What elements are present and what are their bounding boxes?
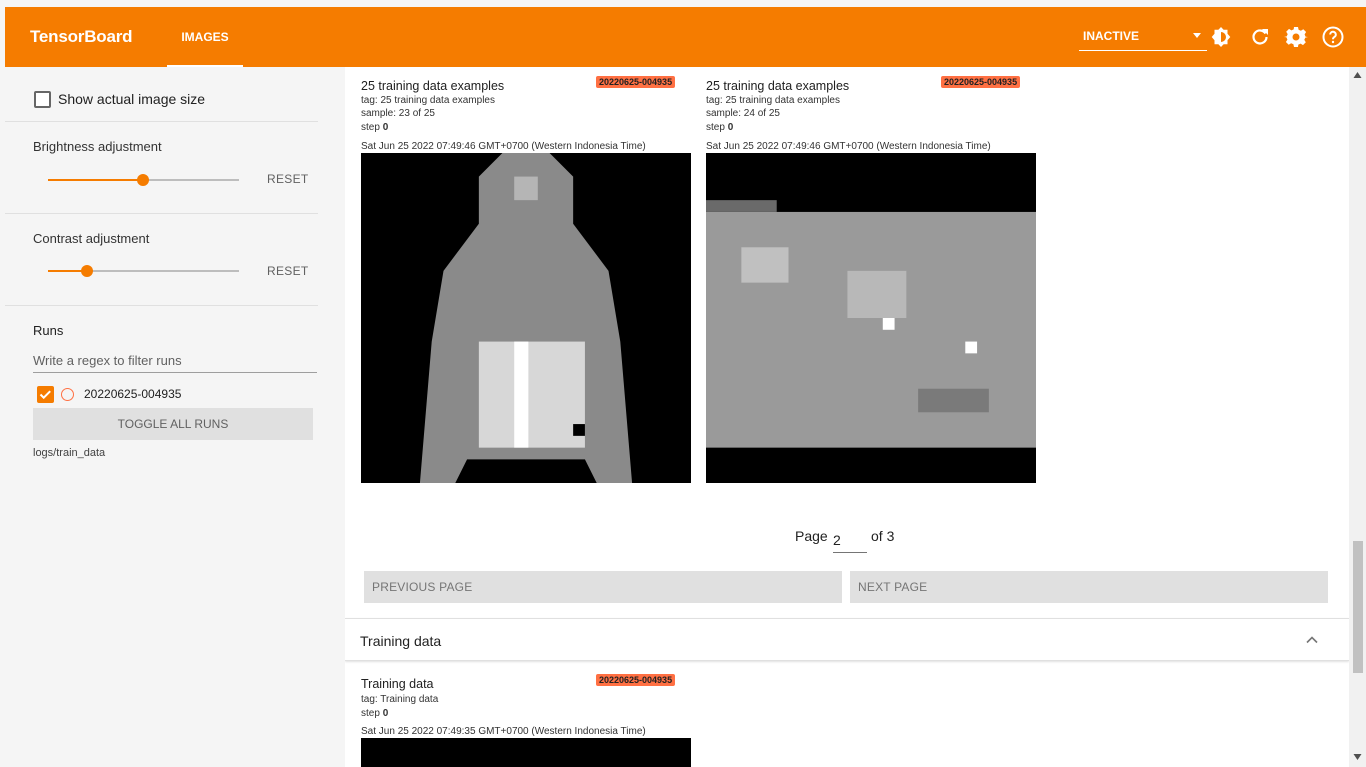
check-icon bbox=[39, 390, 51, 400]
scroll-thumb[interactable] bbox=[1353, 541, 1363, 673]
brightness-slider-thumb[interactable] bbox=[137, 174, 149, 186]
card-step: step 0 bbox=[706, 122, 734, 133]
run-name: 20220625-004935 bbox=[84, 387, 182, 401]
page-number-value: 2 bbox=[833, 532, 841, 548]
show-actual-size-label: Show actual image size bbox=[58, 91, 206, 107]
card-title: 25 training data examples bbox=[706, 79, 850, 93]
plugin-select-value: INACTIVE bbox=[1083, 28, 1140, 43]
main-scrollbar[interactable] bbox=[1349, 67, 1366, 767]
app-header: TensorBoard IMAGES INACTIVE bbox=[5, 7, 1366, 67]
help-icon[interactable] bbox=[1321, 25, 1345, 49]
card-step: step 0 bbox=[361, 708, 389, 719]
caret-down-icon bbox=[1193, 33, 1201, 38]
reload-icon[interactable] bbox=[1248, 25, 1272, 49]
next-page-button[interactable]: NEXT PAGE bbox=[850, 571, 1328, 603]
contrast-label: Contrast adjustment bbox=[33, 231, 150, 246]
section-title: Training data bbox=[360, 633, 442, 649]
card-tag: tag: Training data bbox=[361, 694, 439, 705]
toggle-all-runs-button[interactable]: TOGGLE ALL RUNS bbox=[33, 408, 313, 440]
scroll-up-arrow-icon[interactable] bbox=[1353, 71, 1362, 79]
card-timestamp: Sat Jun 25 2022 07:49:46 GMT+0700 (Weste… bbox=[361, 141, 646, 152]
run-filter-placeholder: Write a regex to filter runs bbox=[33, 353, 182, 368]
image-size-section: Show actual image size bbox=[5, 67, 318, 122]
brightness-icon[interactable] bbox=[1209, 25, 1233, 49]
contrast-slider-thumb[interactable] bbox=[81, 265, 93, 277]
training-data-section-header[interactable]: Training data bbox=[345, 618, 1349, 661]
image-preview[interactable] bbox=[361, 738, 691, 767]
settings-icon[interactable] bbox=[1284, 25, 1308, 49]
card-tag: tag: 25 training data examples bbox=[361, 95, 495, 106]
image-preview[interactable] bbox=[706, 153, 1036, 483]
tab-images[interactable]: IMAGES bbox=[167, 7, 243, 67]
card-step: step 0 bbox=[361, 122, 389, 133]
jacket-image bbox=[361, 153, 691, 483]
show-actual-size-checkbox[interactable] bbox=[34, 91, 51, 108]
run-badge: 20220625-004935 bbox=[941, 76, 1021, 88]
page-label: Page bbox=[795, 528, 828, 544]
page-total: of 3 bbox=[871, 528, 895, 544]
card-sample: sample: 24 of 25 bbox=[706, 108, 780, 119]
brightness-label: Brightness adjustment bbox=[33, 139, 162, 154]
card-timestamp: Sat Jun 25 2022 07:49:35 GMT+0700 (Weste… bbox=[361, 726, 646, 737]
card-tag: tag: 25 training data examples bbox=[706, 95, 840, 106]
scroll-down-arrow-icon[interactable] bbox=[1353, 753, 1362, 761]
previous-page-button[interactable]: PREVIOUS PAGE bbox=[364, 571, 842, 603]
app-title: TensorBoard bbox=[30, 27, 133, 46]
image-preview[interactable] bbox=[361, 153, 691, 483]
run-badge: 20220625-004935 bbox=[596, 674, 676, 686]
run-badge: 20220625-004935 bbox=[596, 76, 676, 88]
logdir-label: logs/train_data bbox=[33, 447, 106, 459]
contrast-reset-button[interactable]: RESET bbox=[267, 264, 309, 278]
card-sample: sample: 23 of 25 bbox=[361, 108, 435, 119]
brightness-slider-fill bbox=[48, 179, 143, 181]
contrast-section: Contrast adjustment RESET bbox=[5, 214, 318, 306]
run-filter-input[interactable]: Write a regex to filter runs bbox=[33, 348, 317, 373]
runs-label: Runs bbox=[33, 323, 64, 338]
brightness-section: Brightness adjustment RESET bbox=[5, 122, 318, 214]
run-checkbox[interactable] bbox=[37, 386, 54, 403]
page-number-input[interactable]: 2 bbox=[833, 526, 867, 553]
run-color-circle[interactable] bbox=[61, 388, 74, 401]
brightness-reset-button[interactable]: RESET bbox=[267, 172, 309, 186]
bag-image bbox=[706, 153, 1036, 483]
card-timestamp: Sat Jun 25 2022 07:49:46 GMT+0700 (Weste… bbox=[706, 141, 991, 152]
plugin-select[interactable]: INACTIVE bbox=[1079, 21, 1207, 51]
card-title: 25 training data examples bbox=[361, 79, 505, 93]
chevron-up-icon[interactable] bbox=[1305, 633, 1319, 647]
main-content: 25 training data examples 20220625-00493… bbox=[345, 67, 1349, 767]
card-title: Training data bbox=[361, 677, 434, 691]
sidebar: Show actual image size Brightness adjust… bbox=[5, 67, 345, 767]
